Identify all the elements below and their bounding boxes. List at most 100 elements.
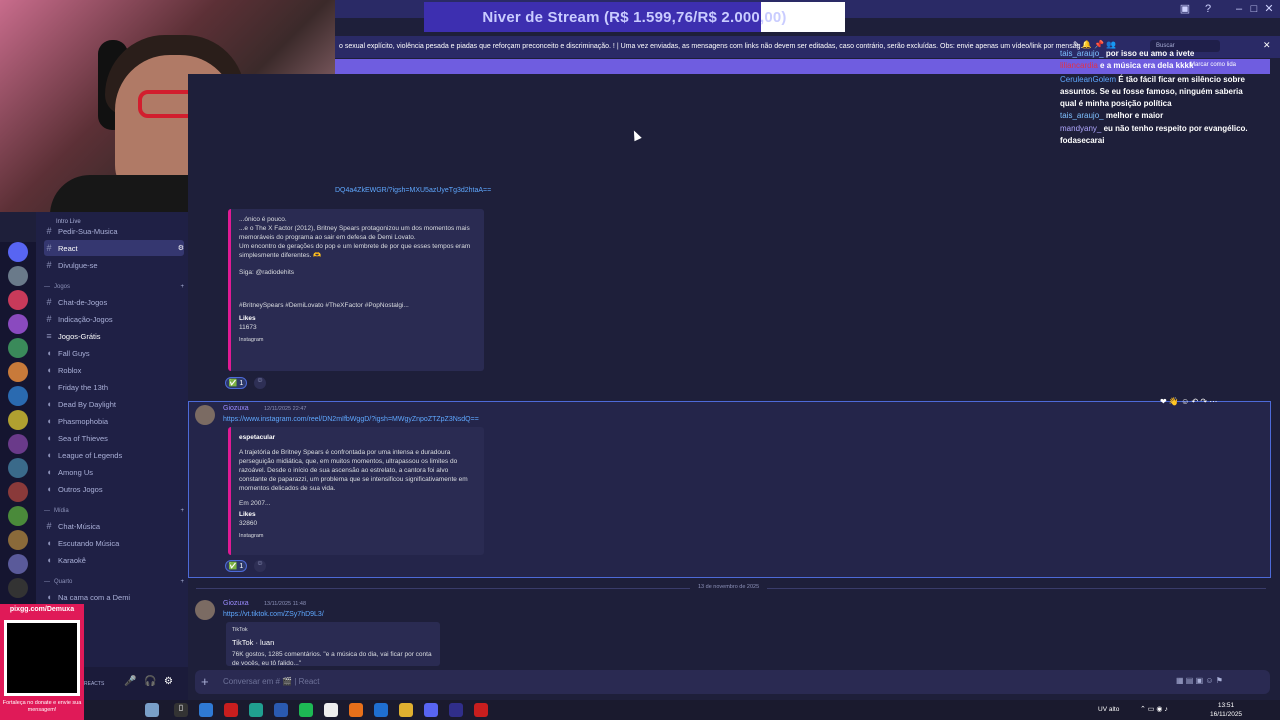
mail-icon[interactable] bbox=[374, 703, 388, 717]
clock[interactable]: 13:51 16/11/2025 bbox=[1210, 701, 1242, 719]
settings-icon[interactable]: ⚙ bbox=[164, 676, 173, 687]
channel-react[interactable]: # React ⚙ bbox=[44, 240, 184, 256]
server-icon[interactable] bbox=[8, 290, 28, 310]
voice-dead-by-daylight[interactable]: ◖ Dead By Daylight bbox=[44, 396, 184, 412]
maximize-icon[interactable]: □ bbox=[1247, 2, 1261, 16]
discord-icon[interactable] bbox=[424, 703, 438, 717]
store-icon[interactable] bbox=[324, 703, 338, 717]
voice-among-us[interactable]: ◖ Among Us bbox=[44, 464, 184, 480]
edge-icon[interactable] bbox=[249, 703, 263, 717]
chat-message: tais_araujo_ por isso eu amo a ivete bbox=[1060, 49, 1195, 58]
message-timestamp: 12/11/2025 22:47 bbox=[264, 406, 307, 412]
input-toolbar-icons[interactable]: ▦ ▤ ▣ ☺ ⚑ bbox=[1176, 676, 1223, 685]
voice-roblox[interactable]: ◖ Roblox bbox=[44, 362, 184, 378]
chat-message: liliancardia e a música era dela kkkk bbox=[1060, 61, 1194, 70]
voice-na-cama[interactable]: ◖ Na cama com a Demi bbox=[44, 589, 184, 605]
voice-league-of-legends[interactable]: ◖ League of Legends bbox=[44, 447, 184, 463]
voice-sea-of-thieves[interactable]: ◖ Sea of Thieves bbox=[44, 430, 184, 446]
add-reaction-icon[interactable]: ☺ bbox=[254, 560, 266, 572]
tray-icons[interactable]: ⌃ ▭ ◉ ♪ bbox=[1140, 705, 1168, 713]
microphone-icon[interactable]: 🎤 bbox=[124, 676, 136, 687]
app-icon[interactable] bbox=[474, 703, 488, 717]
voice-escutando-musica[interactable]: ◖ Escutando Música bbox=[44, 535, 184, 551]
folder-icon[interactable] bbox=[399, 703, 413, 717]
weather-widget[interactable]: UV alto bbox=[1098, 706, 1119, 713]
message-timestamp: 13/11/2025 11:48 bbox=[264, 601, 307, 607]
message-author[interactable]: Giozuxa bbox=[223, 405, 249, 412]
channel-indicacao-jogos[interactable]: # Indicação-Jogos bbox=[44, 311, 184, 327]
channel-chat-de-jogos[interactable]: # Chat-de-Jogos bbox=[44, 294, 184, 310]
speaker-icon: ◖ bbox=[46, 592, 52, 602]
server-icon[interactable] bbox=[8, 314, 28, 334]
chat-message: mandyany_ eu não tenho respeito por evan… bbox=[1060, 124, 1248, 145]
message-link[interactable]: https://www.instagram.com/reel/DN2mIfbWg… bbox=[223, 416, 479, 423]
add-attachment-icon[interactable]: + bbox=[201, 674, 209, 689]
server-icon[interactable] bbox=[8, 482, 28, 502]
category-midia[interactable]: — Mídia + bbox=[44, 508, 184, 514]
avatar[interactable] bbox=[195, 405, 215, 425]
headphones-icon[interactable]: 🎧 bbox=[144, 676, 156, 687]
tiktok-embed: TikTok TikTok · luan 76K gostos, 1285 co… bbox=[226, 622, 440, 666]
server-icon[interactable] bbox=[8, 386, 28, 406]
category-quarto[interactable]: — Quarto + bbox=[44, 579, 184, 585]
channel-chat-musica[interactable]: # Chat-Música bbox=[44, 518, 184, 534]
server-icon[interactable] bbox=[8, 530, 28, 550]
message-input[interactable]: Conversar em # 🎬 | React bbox=[195, 670, 1270, 694]
voice-outros-jogos[interactable]: ◖ Outros Jogos bbox=[44, 481, 184, 497]
opera-icon[interactable] bbox=[224, 703, 238, 717]
speaker-icon: ◖ bbox=[46, 399, 52, 409]
voice-phasmophobia[interactable]: ◖ Phasmophobia bbox=[44, 413, 184, 429]
server-icon[interactable] bbox=[8, 458, 28, 478]
speaker-icon: ◖ bbox=[46, 450, 52, 460]
user-panel: REACTS 🎤 🎧 ⚙ bbox=[84, 667, 188, 702]
message-actions[interactable]: ❤ 👋 ☺ ↶ ↷ ⋯ bbox=[1160, 397, 1217, 406]
channel-pedir-musica[interactable]: # Pedir-Sua-Musica bbox=[44, 223, 184, 239]
task-view-icon[interactable]: ▯ bbox=[174, 703, 188, 717]
channel-divulgue-se[interactable]: # Divulgue-se bbox=[44, 257, 184, 273]
channel-list: Intro Live # Pedir-Sua-Musica # React ⚙ # Di… bbox=[36, 212, 188, 667]
message-link[interactable]: https://vt.tiktok.com/ZSy7hD9L3/ bbox=[223, 611, 324, 618]
voice-karaoke[interactable]: ◖ Karaokê bbox=[44, 552, 184, 568]
help-icon[interactable]: ? bbox=[1201, 2, 1215, 16]
speaker-icon: ◖ bbox=[46, 555, 52, 565]
stream-goal-bar: Niver de Stream (R$ 1.599,76/R$ 2.000,00… bbox=[424, 2, 845, 32]
server-icon[interactable] bbox=[8, 434, 28, 454]
reaction-check[interactable]: ✅ 1 bbox=[225, 377, 247, 389]
firefox-icon[interactable] bbox=[349, 703, 363, 717]
obs-icon[interactable] bbox=[449, 703, 463, 717]
instagram-embed: ...ónico é pouco. ...e o The X Factor (2… bbox=[228, 209, 484, 371]
server-icon[interactable] bbox=[8, 266, 28, 286]
taskbar-app-icon[interactable] bbox=[145, 703, 159, 717]
message-link[interactable]: DQ4a4ZkEWGR/?igsh=MXU5azUyeTg3d2htaA== bbox=[335, 187, 491, 194]
voice-fall-guys[interactable]: ◖ Fall Guys bbox=[44, 345, 184, 361]
spotify-icon[interactable] bbox=[299, 703, 313, 717]
close-icon[interactable]: ✕ bbox=[1262, 2, 1276, 16]
chat-message: CeruleanGolem É tão fácil ficar em silên… bbox=[1060, 75, 1245, 108]
date-divider: 13 de novembro de 2025 bbox=[690, 584, 768, 590]
donation-caption: Fortaleça no donate e envie sua mensagem… bbox=[2, 700, 82, 713]
add-reaction-icon[interactable]: ☺ bbox=[254, 377, 266, 389]
reaction-check[interactable]: ✅ 1 bbox=[225, 560, 247, 572]
inbox-icon[interactable]: ▣ bbox=[1178, 2, 1192, 16]
category-jogos[interactable]: — Jogos + bbox=[44, 284, 184, 290]
server-icon[interactable] bbox=[8, 242, 28, 262]
app-icon[interactable] bbox=[274, 703, 288, 717]
channel-jogos-gratis[interactable]: ≡ Jogos-Grátis bbox=[44, 328, 184, 344]
server-icon[interactable] bbox=[8, 410, 28, 430]
server-icon[interactable] bbox=[8, 578, 28, 598]
minimize-icon[interactable]: – bbox=[1232, 2, 1246, 16]
voice-friday-13th[interactable]: ◖ Friday the 13th bbox=[44, 379, 184, 395]
close-thread-icon[interactable]: ✕ bbox=[1263, 40, 1271, 51]
server-icon[interactable] bbox=[8, 338, 28, 358]
server-icon[interactable] bbox=[8, 362, 28, 382]
server-icon[interactable] bbox=[8, 506, 28, 526]
speaker-icon: ◖ bbox=[46, 433, 52, 443]
goal-label: Niver de Stream (R$ 1.599,76/R$ 2.000,00… bbox=[482, 8, 787, 26]
server-icon[interactable] bbox=[8, 554, 28, 574]
speaker-icon: ◖ bbox=[46, 484, 52, 494]
avatar[interactable] bbox=[195, 600, 215, 620]
server-list bbox=[0, 242, 36, 607]
browser-icon[interactable] bbox=[199, 703, 213, 717]
speaker-icon: ◖ bbox=[46, 467, 52, 477]
message-author[interactable]: Giozuxa bbox=[223, 600, 249, 607]
